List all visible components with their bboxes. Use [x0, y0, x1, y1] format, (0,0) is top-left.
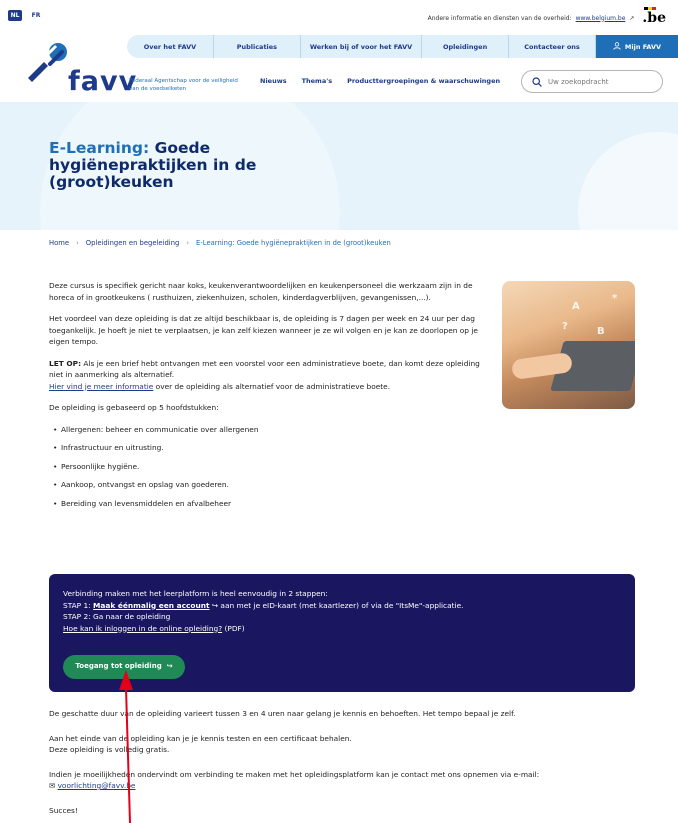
- lang-fr[interactable]: FR: [30, 10, 42, 21]
- breadcrumb-current: E-Learning: Goede hygiënepraktijken in d…: [196, 239, 391, 247]
- additional-info: De geschatte duur van de opleiding varie…: [49, 708, 649, 823]
- chevron-right-icon: ›: [76, 239, 79, 247]
- government-info: Andere informatie en diensten van de ove…: [427, 7, 666, 26]
- main-content: Deze cursus is specifiek gericht naar ko…: [49, 280, 489, 516]
- certificate-text: Aan het einde van de opleiding kan je je…: [49, 733, 352, 743]
- let-op-text: Als je een brief hebt ontvangen met een …: [49, 358, 480, 380]
- nav-publicaties[interactable]: Publicaties: [214, 35, 301, 58]
- mail-icon: ✉: [49, 781, 56, 790]
- more-info-link[interactable]: Hier vind je meer informatie: [49, 382, 153, 391]
- benefit-paragraph: Het voordeel van deze opleiding is dat z…: [49, 314, 478, 346]
- duration-paragraph: De geschatte duur van de opleiding varie…: [49, 709, 516, 718]
- search-icon: [532, 72, 542, 91]
- step-1: STAP 1: Maak éénmalig een account ↪ aan …: [63, 600, 621, 612]
- create-account-link[interactable]: Maak éénmalig een account: [93, 601, 209, 610]
- chevron-right-icon: ›: [186, 239, 190, 247]
- nav-opleidingen[interactable]: Opleidingen: [422, 35, 510, 58]
- favv-logo-icon: [28, 43, 67, 82]
- nav-werken-bij[interactable]: Werken bij of voor het FAVV: [301, 35, 423, 58]
- step-1-rest: aan met je eID-kaart (met kaartlezer) of…: [218, 600, 464, 610]
- utility-bar: NL FR Andere informatie en diensten van …: [0, 0, 678, 32]
- access-training-label: Toegang tot opleiding: [75, 662, 162, 671]
- subnav-productterugroepingen[interactable]: Producttergroepingen & waarschuwingen: [347, 77, 500, 85]
- list-item: Allergenen: beheer en communicatie over …: [53, 424, 489, 436]
- chapter-list: Allergenen: beheer en communicatie over …: [53, 424, 489, 510]
- intro-paragraph: Deze cursus is specifiek gericht naar ko…: [49, 281, 473, 302]
- be-logo[interactable]: .be: [642, 7, 666, 26]
- access-training-button[interactable]: Toegang tot opleiding ↪: [63, 655, 185, 679]
- let-op-label: LET OP:: [49, 358, 82, 368]
- search-input[interactable]: [548, 77, 648, 86]
- page-title-highlight: E-Learning:: [49, 139, 150, 157]
- other-info-text: Andere informatie en diensten van de ove…: [427, 14, 572, 22]
- breadcrumb: Home › Opleidingen en begeleiding › E-Le…: [49, 239, 391, 247]
- subnav-themas[interactable]: Thema's: [302, 77, 333, 85]
- more-info-rest: over de opleiding als alternatief voor d…: [153, 381, 391, 391]
- login-help-link[interactable]: Hoe kan ik inloggen in de online opleidi…: [63, 624, 222, 633]
- mijn-favv-button[interactable]: Mijn FAVV: [595, 35, 678, 58]
- list-item: Bereiding van levensmiddelen en afvalbeh…: [53, 498, 489, 510]
- breadcrumb-opleidingen[interactable]: Opleidingen en begeleiding: [86, 239, 180, 247]
- nav-contacteer-ons[interactable]: Contacteer ons: [509, 35, 596, 58]
- external-link-icon: ↗: [629, 14, 635, 22]
- logo-text: favv: [68, 66, 138, 97]
- free-text: Deze opleiding is volledig gratis.: [49, 745, 170, 754]
- step-2: STAP 2: Ga naar de opleiding: [63, 612, 171, 621]
- lang-nl[interactable]: NL: [8, 10, 22, 21]
- user-icon: [613, 41, 621, 52]
- external-link-icon: ↪: [166, 662, 173, 671]
- certificate-paragraph: Aan het einde van de opleiding kan je je…: [49, 733, 649, 756]
- tagline: Federaal Agentschap voor de veiligheid v…: [129, 78, 238, 92]
- page-title: E-Learning: Goede hygiënepraktijken in d…: [49, 140, 309, 191]
- email-link[interactable]: voorlichting@favv.be: [58, 781, 136, 790]
- box-intro: Verbinding maken met het leerplatform is…: [63, 589, 328, 598]
- elearning-photo: A B * ?: [502, 281, 635, 409]
- breadcrumb-home[interactable]: Home: [49, 239, 69, 247]
- login-help-rest: (PDF): [222, 623, 245, 633]
- belgium-link[interactable]: www.belgium.be: [576, 15, 626, 22]
- step-1-label: STAP 1:: [63, 600, 94, 610]
- platform-access-box: Verbinding maken met het leerplatform is…: [49, 574, 635, 692]
- search-box[interactable]: [521, 70, 663, 93]
- site-header: favv Federaal Agentschap voor de veiligh…: [0, 32, 678, 102]
- contact-text: Indien je moeilijkheden ondervindt om ve…: [49, 769, 540, 779]
- list-item: Infrastructuur en uitrusting.: [53, 442, 489, 454]
- hero-banner: E-Learning: Goede hygiënepraktijken in d…: [0, 102, 678, 230]
- closing-text: Succes!: [49, 805, 78, 815]
- sub-navigation: Nieuws Thema's Producttergroepingen & wa…: [260, 77, 500, 85]
- mijn-favv-label: Mijn FAVV: [624, 42, 662, 51]
- contact-paragraph: Indien je moeilijkheden ondervindt om ve…: [49, 769, 649, 792]
- login-help: Hoe kan ik inloggen in de online opleidi…: [63, 623, 621, 635]
- warning-paragraph: LET OP: Als je een brief hebt ontvangen …: [49, 358, 489, 393]
- list-item: Aankoop, ontvangst en opslag van goedere…: [53, 479, 489, 491]
- list-item: Persoonlijke hygiëne.: [53, 461, 489, 473]
- subnav-nieuws[interactable]: Nieuws: [260, 77, 287, 85]
- chapters-intro: De opleiding is gebaseerd op 5 hoofdstuk…: [49, 403, 219, 412]
- top-navigation: Over het FAVV Publicaties Werken bij of …: [127, 35, 678, 58]
- favv-logo[interactable]: favv: [20, 42, 136, 98]
- nav-over-het-favv[interactable]: Over het FAVV: [127, 35, 214, 58]
